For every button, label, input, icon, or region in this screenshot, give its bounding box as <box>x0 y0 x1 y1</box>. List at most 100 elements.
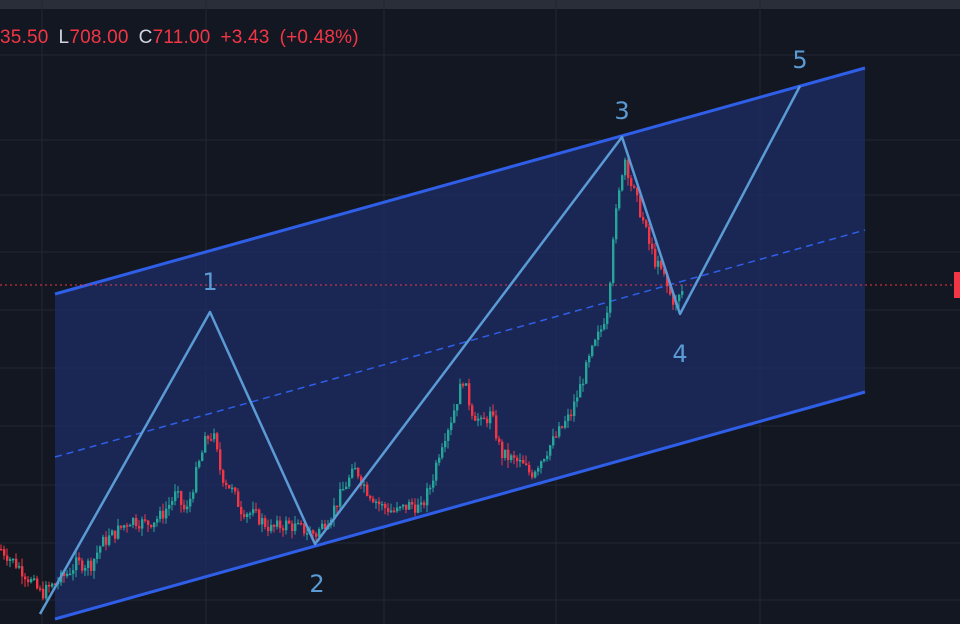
candle-body <box>504 449 507 459</box>
candle-body <box>468 383 471 406</box>
candle-body <box>606 312 609 324</box>
candle-body <box>435 462 438 481</box>
chart-canvas[interactable]: 1 2 3 4 5 <box>0 0 960 624</box>
candle-body <box>240 506 243 515</box>
candle-body <box>573 401 576 417</box>
price-axis-tag <box>954 272 960 298</box>
candle-body <box>453 410 456 423</box>
candle-body <box>90 560 93 571</box>
candle-body <box>12 558 15 561</box>
candle-body <box>36 578 39 589</box>
candle-body <box>66 573 69 577</box>
candle-body <box>423 502 426 506</box>
candle-body <box>498 438 501 442</box>
candle-body <box>585 362 588 384</box>
ohlc-legend: 35.50 L708.00 C711.00 +3.43 (+0.48%) <box>0 27 359 49</box>
change-value: +3.43 <box>220 27 270 48</box>
candle <box>615 203 618 244</box>
candle-body <box>510 455 513 461</box>
candle-body <box>234 487 237 492</box>
candle-body <box>186 506 189 510</box>
low-key: L <box>58 27 70 48</box>
candle-body <box>372 498 375 503</box>
candle-body <box>3 549 6 556</box>
candle-body <box>102 536 105 547</box>
candle-body <box>342 489 345 491</box>
candle-body <box>303 523 306 534</box>
candle-body <box>147 520 150 525</box>
candle-body <box>144 519 147 521</box>
candle-body <box>129 524 132 527</box>
candle <box>585 360 588 385</box>
candle-body <box>231 487 234 490</box>
chart-area[interactable]: 1 2 3 4 5 35.50 L708.00 C711.00 +3.43 (+0.48%) <box>0 0 960 624</box>
candle-body <box>276 520 279 527</box>
candle-body <box>519 459 522 462</box>
candle-body <box>681 291 684 295</box>
candle-body <box>354 467 357 470</box>
candle-body <box>621 175 624 191</box>
parallel-channel[interactable] <box>0 66 960 621</box>
candle-body <box>198 461 201 468</box>
candle-body <box>225 482 228 485</box>
candle-body <box>543 459 546 462</box>
candle-body <box>474 415 477 421</box>
candle-body <box>45 584 48 599</box>
candle <box>39 585 42 592</box>
candle-body <box>249 513 252 515</box>
candle-body <box>222 470 225 483</box>
candle-body <box>618 190 621 209</box>
candle-body <box>630 178 633 187</box>
candle-body <box>603 323 606 330</box>
candle <box>30 576 33 584</box>
candle-body <box>9 559 12 561</box>
candle-body <box>450 422 453 431</box>
candle-body <box>69 573 72 576</box>
candle-body <box>417 504 420 513</box>
candle-body <box>153 522 156 528</box>
candle-body <box>183 504 186 510</box>
candle <box>15 553 18 569</box>
candle-body <box>426 488 429 506</box>
candle <box>216 431 219 453</box>
candle-body <box>336 505 339 508</box>
candle-body <box>312 530 315 534</box>
candle-body <box>615 208 618 240</box>
candle-body <box>33 578 36 580</box>
candle-body <box>429 487 432 490</box>
candle <box>591 344 594 358</box>
candle-body <box>141 519 144 529</box>
candle-body <box>72 570 75 574</box>
candle-body <box>444 440 447 448</box>
candle-body <box>219 449 222 471</box>
candle-body <box>321 523 324 530</box>
candle-body <box>258 509 261 525</box>
candle-body <box>138 526 141 529</box>
candle-body <box>600 329 603 332</box>
candle-body <box>459 383 462 405</box>
candle-body <box>657 260 660 267</box>
candle-body <box>540 461 543 469</box>
candle-body <box>546 455 549 460</box>
candle-body <box>402 504 405 507</box>
candle-body <box>678 294 681 302</box>
candle-body <box>285 520 288 531</box>
candle-body <box>471 405 474 416</box>
candle <box>51 582 54 589</box>
candle-body <box>171 501 174 505</box>
candle-body <box>414 504 417 513</box>
candle-body <box>462 383 465 386</box>
candle-body <box>135 517 138 527</box>
candle-body <box>84 567 87 571</box>
candle-body <box>597 331 600 340</box>
candle-body <box>210 439 213 441</box>
candle-body <box>252 509 255 514</box>
candle-body <box>507 449 510 461</box>
candle-body <box>561 426 564 428</box>
candle-body <box>246 513 249 517</box>
candle <box>0 544 3 551</box>
candle <box>36 575 39 590</box>
candle-body <box>315 533 318 537</box>
candle <box>24 572 27 587</box>
candle-body <box>513 455 516 458</box>
